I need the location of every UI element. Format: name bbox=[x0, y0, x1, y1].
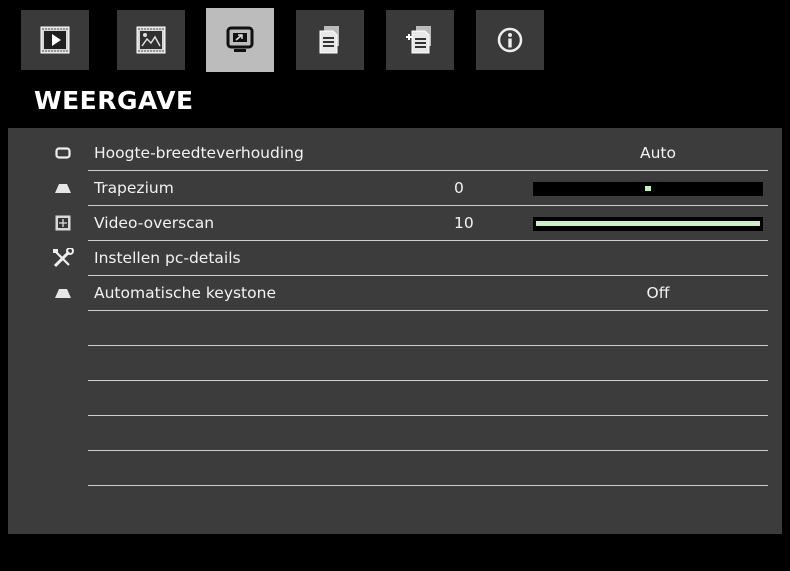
menu-row bbox=[8, 311, 782, 346]
menu-row[interactable]: Video-overscan 10 bbox=[8, 206, 782, 241]
menu-row-value[interactable]: Off bbox=[568, 284, 748, 302]
overscan-icon bbox=[52, 214, 74, 232]
menu-row-value[interactable]: Auto bbox=[568, 144, 748, 162]
menu-panel: Hoogte-breedteverhouding Auto Trapezium 0 Vi… bbox=[8, 128, 782, 534]
value-slider[interactable] bbox=[533, 217, 763, 231]
menu-row[interactable]: Trapezium 0 bbox=[8, 171, 782, 206]
tab-image[interactable] bbox=[21, 10, 89, 70]
advanced-image-icon bbox=[136, 26, 166, 54]
tab-advanced-settings[interactable] bbox=[386, 10, 454, 70]
menu-row bbox=[8, 381, 782, 416]
slider-knob bbox=[645, 186, 651, 191]
tab-info[interactable] bbox=[476, 10, 544, 70]
menu-row-label: Instellen pc-details bbox=[94, 249, 241, 267]
menu-row[interactable]: Automatische keystone Off bbox=[8, 276, 782, 311]
keystone-icon bbox=[52, 284, 74, 302]
keystone-icon bbox=[52, 179, 74, 197]
image-settings-icon bbox=[40, 26, 70, 54]
value-slider[interactable] bbox=[533, 182, 763, 196]
page-title: WEERGAVE bbox=[34, 86, 194, 115]
menu-row-label: Trapezium bbox=[94, 179, 174, 197]
info-icon bbox=[497, 27, 523, 53]
menu-row-number: 0 bbox=[454, 179, 464, 197]
footer-bar bbox=[8, 534, 782, 571]
menu-row-label: Video-overscan bbox=[94, 214, 215, 232]
row-divider bbox=[88, 485, 768, 486]
menu-row-label: Automatische keystone bbox=[94, 284, 276, 302]
tools-icon bbox=[52, 248, 74, 268]
slider-fill bbox=[536, 221, 760, 226]
tab-advanced-image[interactable] bbox=[117, 10, 185, 70]
menu-row[interactable]: Hoogte-breedteverhouding Auto bbox=[8, 136, 782, 171]
tab-display[interactable] bbox=[206, 8, 274, 72]
menu-row[interactable]: Instellen pc-details bbox=[8, 241, 782, 276]
aspect-ratio-icon bbox=[52, 144, 74, 162]
advanced-settings-icon bbox=[406, 26, 431, 54]
display-icon bbox=[226, 26, 254, 52]
menu-row-label: Hoogte-breedteverhouding bbox=[94, 144, 304, 162]
tab-settings[interactable] bbox=[296, 10, 364, 70]
menu-row bbox=[8, 451, 782, 486]
menu-row bbox=[8, 416, 782, 451]
tab-bar bbox=[8, 8, 782, 72]
title-bar: WEERGAVE bbox=[8, 72, 782, 128]
menu-row-number: 10 bbox=[454, 214, 474, 232]
menu-row bbox=[8, 346, 782, 381]
settings-document-icon bbox=[319, 26, 339, 54]
